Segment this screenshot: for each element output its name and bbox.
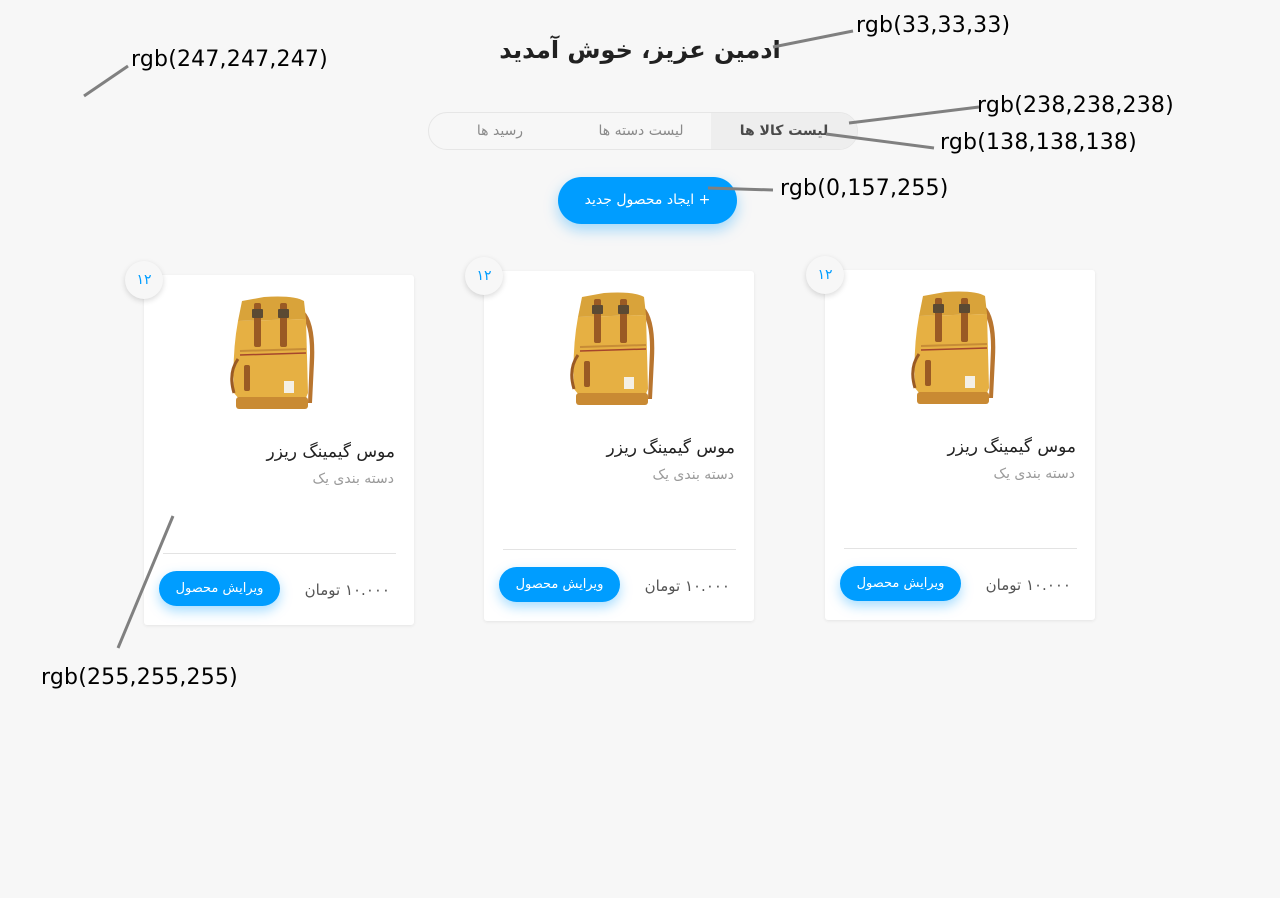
- edit-product-button[interactable]: ویرایش محصول: [840, 566, 961, 601]
- card-divider: [844, 548, 1077, 549]
- product-name: موس گیمینگ ریزر: [266, 442, 395, 462]
- tab-receipts[interactable]: رسید ها: [429, 113, 571, 149]
- backpack-image: [570, 292, 655, 405]
- product-card: ۱۲ موس گیمینگ ریزر دسته بندی یک ۱۰.۰۰۰ ت…: [465, 257, 754, 621]
- product-badge: ۱۲: [125, 261, 163, 299]
- product-category: دسته بندی یک: [312, 471, 394, 487]
- edit-product-button[interactable]: ویرایش محصول: [499, 567, 620, 602]
- product-card: ۱۲ موس گیمینگ ریزر دسته بندی یک ۱۰.۰۰۰ ت…: [806, 256, 1095, 620]
- tab-bar: رسید ها لیست دسته ها لیست کالا ها: [428, 112, 858, 150]
- tab-categories[interactable]: لیست دسته ها: [571, 113, 711, 149]
- annotation-tab-text: rgb(138,138,138): [940, 130, 1137, 155]
- product-badge: ۱۲: [806, 256, 844, 294]
- backpack-image: [911, 291, 996, 404]
- product-category: دسته بندی یک: [993, 466, 1075, 482]
- backpack-image: [230, 296, 315, 409]
- card-divider: [163, 553, 396, 554]
- annotation-card-bg: rgb(255,255,255): [41, 665, 238, 690]
- page-title: ادمین عزیز، خوش آمدید: [499, 36, 781, 64]
- annotation-tab-active-bg: rgb(238,238,238): [977, 93, 1174, 118]
- create-product-button[interactable]: + ایجاد محصول جدید: [558, 177, 737, 224]
- product-category: دسته بندی یک: [652, 467, 734, 483]
- product-price: ۱۰.۰۰۰ تومان: [985, 576, 1071, 594]
- product-card: ۱۲ موس گیمینگ ریزر دسته بندی یک ۱۰.۰۰۰ ت…: [125, 261, 414, 625]
- product-name: موس گیمینگ ریزر: [606, 438, 735, 458]
- annotation-primary: rgb(0,157,255): [780, 176, 949, 201]
- product-badge: ۱۲: [465, 257, 503, 295]
- edit-product-button[interactable]: ویرایش محصول: [159, 571, 280, 606]
- product-price: ۱۰.۰۰۰ تومان: [304, 581, 390, 599]
- product-name: موس گیمینگ ریزر: [947, 437, 1076, 457]
- annotation-title-color: rgb(33,33,33): [856, 13, 1011, 38]
- tab-products[interactable]: لیست کالا ها: [711, 113, 857, 149]
- card-divider: [503, 549, 736, 550]
- product-price: ۱۰.۰۰۰ تومان: [644, 577, 730, 595]
- annotation-background: rgb(247,247,247): [131, 47, 328, 72]
